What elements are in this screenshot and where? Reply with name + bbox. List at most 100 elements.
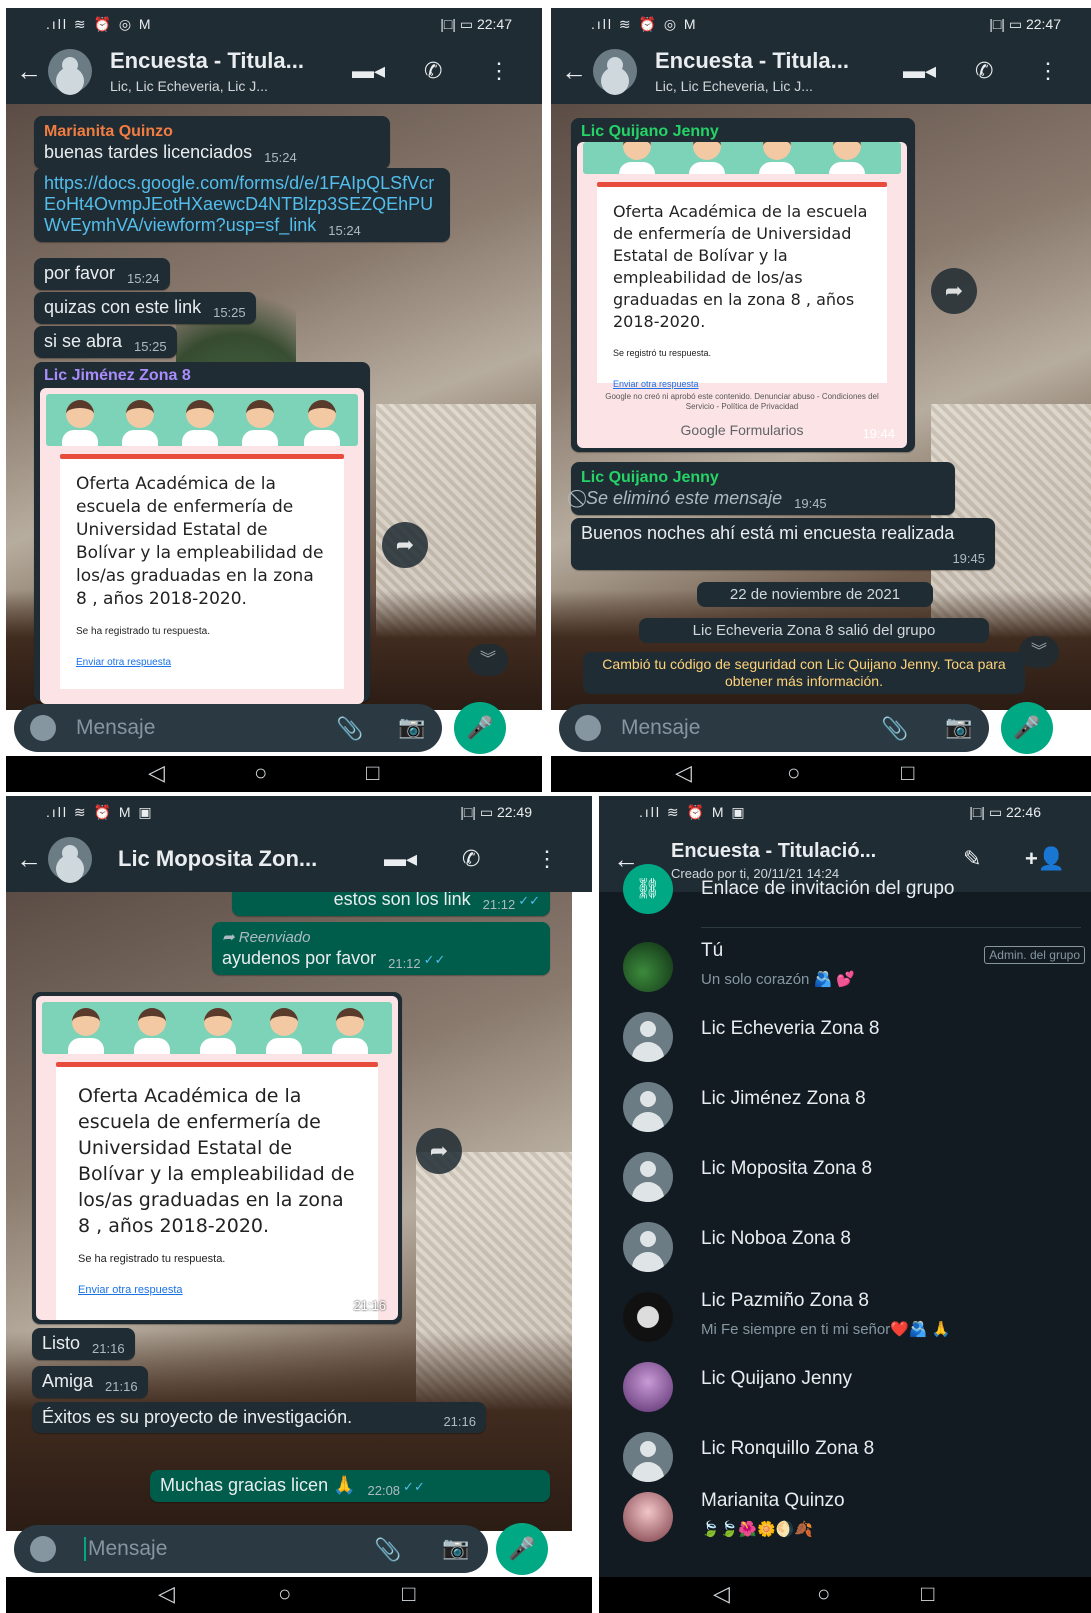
scroll-down-icon[interactable]: ︾ — [1019, 636, 1059, 668]
member-row[interactable]: Lic Noboa Zona 8 — [599, 1212, 1091, 1282]
message-bubble[interactable]: por favor 15:24 — [34, 258, 170, 290]
camera-icon[interactable]: 📷 — [442, 1535, 469, 1561]
chat-title[interactable]: Lic Moposita Zon... — [118, 846, 317, 872]
video-call-icon[interactable]: ▬◂ — [352, 58, 385, 84]
status-bar: .ıll ≋ ⏰ ◎ M |□| ▭ 22:47 — [551, 8, 1091, 38]
chat-area[interactable]: estos son los link 21:12 ✓✓ ➦ Reenviado ay… — [6, 892, 572, 1531]
member-row[interactable]: Marianita Quinzo 🍃🍃🌺🌼🌖🍂 — [599, 1482, 1091, 1552]
status-icons-right: |□| ▭ 22:47 — [989, 16, 1061, 32]
emoji-icon[interactable] — [30, 1536, 56, 1562]
forward-icon[interactable]: ➦ — [416, 1128, 462, 1174]
chat-subtitle[interactable]: Lic, Lic Echeveria, Lic J... — [110, 78, 268, 94]
form-message-bubble[interactable]: Lic Jiménez Zona 8 Oferta Académica de l… — [34, 362, 370, 704]
back-arrow-icon[interactable]: ← — [561, 56, 587, 87]
nav-recents-icon[interactable]: □ — [901, 760, 914, 786]
member-row[interactable]: Lic Jiménez Zona 8 — [599, 1072, 1091, 1142]
voice-call-icon[interactable]: ✆ — [462, 846, 480, 872]
form-message-bubble[interactable]: Oferta Académica de la escuela de enferm… — [32, 992, 402, 1324]
message-bubble[interactable]: Amiga 21:16 — [32, 1366, 148, 1398]
message-bubble[interactable]: si se abra 15:25 — [34, 326, 177, 358]
chat-title[interactable]: Encuesta - Titula... — [110, 48, 304, 74]
nav-home-icon[interactable]: ○ — [278, 1581, 291, 1607]
message-bubble[interactable]: Listo 21:16 — [32, 1328, 135, 1360]
scroll-down-icon[interactable]: ︾ — [468, 644, 508, 676]
member-row[interactable]: Lic Moposita Zona 8 — [599, 1142, 1091, 1212]
message-input[interactable]: Mensaje 📎 📷 — [14, 1525, 488, 1573]
emoji-icon[interactable] — [30, 715, 56, 741]
message-bubble[interactable]: quizas con este link 15:25 — [34, 292, 256, 324]
emoji-icon[interactable] — [575, 715, 601, 741]
message-input[interactable]: Mensaje 📎 📷 — [14, 704, 442, 752]
message-input[interactable]: Mensaje 📎 📷 — [559, 704, 989, 752]
message-bubble[interactable]: Marianita Quinzo buenas tardes licenciad… — [34, 116, 390, 169]
message-bubble[interactable]: Éxitos es su proyecto de investigación. 2… — [32, 1402, 486, 1433]
status-bar: .ıll ≋ ⏰ ◎ M |□| ▭ 22:47 — [6, 8, 542, 38]
voice-call-icon[interactable]: ✆ — [975, 58, 993, 84]
camera-icon[interactable]: 📷 — [945, 714, 972, 740]
forward-icon[interactable]: ➦ — [382, 522, 428, 568]
message-link[interactable]: https://docs.google.com/forms/d/e/1FAIpQ… — [44, 173, 434, 235]
more-options-icon[interactable]: ⋮ — [488, 58, 510, 84]
nav-home-icon[interactable]: ○ — [787, 760, 800, 786]
chat-subtitle[interactable]: Lic, Lic Echeveria, Lic J... — [655, 78, 813, 94]
form-preview[interactable]: Oferta Académica de la escuela de enferm… — [577, 142, 907, 448]
add-member-icon[interactable]: +👤 — [1025, 846, 1065, 872]
message-text: Buenos noches ahí está mi encuesta reali… — [581, 523, 955, 543]
message-bubble-outgoing[interactable]: Muchas gracias licen 🙏 22:08 ✓✓ — [150, 1470, 550, 1502]
form-send-again-link[interactable]: Enviar otra respuesta — [78, 1280, 356, 1301]
message-bubble-outgoing[interactable]: ➦ Reenviado ayudenos por favor 21:12 ✓✓ — [212, 922, 550, 975]
nav-recents-icon[interactable]: □ — [402, 1581, 415, 1607]
message-bubble[interactable]: Buenos noches ahí está mi encuesta reali… — [571, 518, 995, 570]
contact-avatar-icon[interactable] — [48, 837, 92, 881]
back-arrow-icon[interactable]: ← — [16, 56, 42, 87]
edit-icon[interactable]: ✎ — [963, 846, 981, 872]
mic-icon[interactable]: 🎤 — [454, 702, 506, 754]
voice-call-icon[interactable]: ✆ — [424, 58, 442, 84]
forward-icon[interactable]: ➦ — [931, 268, 977, 314]
nav-back-icon[interactable]: ◁ — [148, 760, 165, 786]
message-time: 15:24 — [264, 150, 297, 165]
nav-back-icon[interactable]: ◁ — [675, 760, 692, 786]
form-message-bubble[interactable]: Lic Quijano Jenny Oferta Académica de la… — [571, 118, 915, 452]
form-preview[interactable]: Oferta Académica de la escuela de enferm… — [40, 388, 364, 704]
member-row[interactable]: Lic Quijano Jenny — [599, 1352, 1091, 1422]
attach-icon[interactable]: 📎 — [374, 1537, 401, 1563]
message-bubble[interactable]: https://docs.google.com/forms/d/e/1FAIpQ… — [34, 168, 450, 242]
nav-recents-icon[interactable]: □ — [366, 760, 379, 786]
back-arrow-icon[interactable]: ← — [16, 844, 42, 875]
nav-home-icon[interactable]: ○ — [254, 760, 267, 786]
chat-area[interactable]: Lic Quijano Jenny Oferta Académica de la… — [551, 104, 1091, 710]
more-options-icon[interactable]: ⋮ — [536, 846, 558, 872]
chat-area[interactable]: Marianita Quinzo buenas tardes licenciad… — [6, 104, 542, 710]
member-row[interactable]: Tú Un solo corazón 🫂 💕 Admin. del grupo — [599, 932, 1091, 1002]
attach-icon[interactable]: 📎 — [336, 716, 363, 742]
nav-home-icon[interactable]: ○ — [817, 1581, 830, 1607]
attach-icon[interactable]: 📎 — [881, 716, 908, 742]
form-send-again-link[interactable]: Enviar otra respuesta — [76, 652, 328, 673]
invite-link-row[interactable]: ⛓ Enlace de invitación del grupo — [599, 864, 1091, 918]
group-avatar-icon[interactable] — [593, 49, 637, 93]
mic-icon[interactable]: 🎤 — [1001, 702, 1053, 754]
security-notice[interactable]: Cambió tu código de seguridad con Lic Qu… — [583, 652, 1025, 694]
nav-back-icon[interactable]: ◁ — [713, 1581, 730, 1607]
message-bubble[interactable]: Lic Quijano Jenny ⃠ Se eliminó este mens… — [571, 462, 955, 515]
message-placeholder: Mensaje — [76, 716, 156, 739]
read-receipt-icon: ✓✓ — [423, 952, 446, 967]
chat-title[interactable]: Encuesta - Titula... — [655, 48, 849, 74]
member-row[interactable]: Lic Echeveria Zona 8 — [599, 1002, 1091, 1072]
video-call-icon[interactable]: ▬◂ — [384, 846, 417, 872]
message-time: 21:12 — [482, 897, 516, 912]
mic-icon[interactable]: 🎤 — [496, 1523, 548, 1575]
message-bubble-outgoing[interactable]: estos son los link 21:12 ✓✓ — [232, 892, 550, 916]
forwarded-text: Reenviado — [238, 929, 311, 946]
form-preview[interactable]: Oferta Académica de la escuela de enferm… — [36, 996, 398, 1320]
member-row[interactable]: Lic Pazmiño Zona 8 Mi Fe siempre en ti m… — [599, 1282, 1091, 1352]
nav-back-icon[interactable]: ◁ — [158, 1581, 175, 1607]
nurse-illustration — [619, 142, 655, 174]
nav-recents-icon[interactable]: □ — [921, 1581, 934, 1607]
member-name: Marianita Quinzo — [701, 1490, 845, 1511]
more-options-icon[interactable]: ⋮ — [1037, 58, 1059, 84]
video-call-icon[interactable]: ▬◂ — [903, 58, 936, 84]
group-avatar-icon[interactable] — [48, 49, 92, 93]
camera-icon[interactable]: 📷 — [398, 714, 425, 740]
